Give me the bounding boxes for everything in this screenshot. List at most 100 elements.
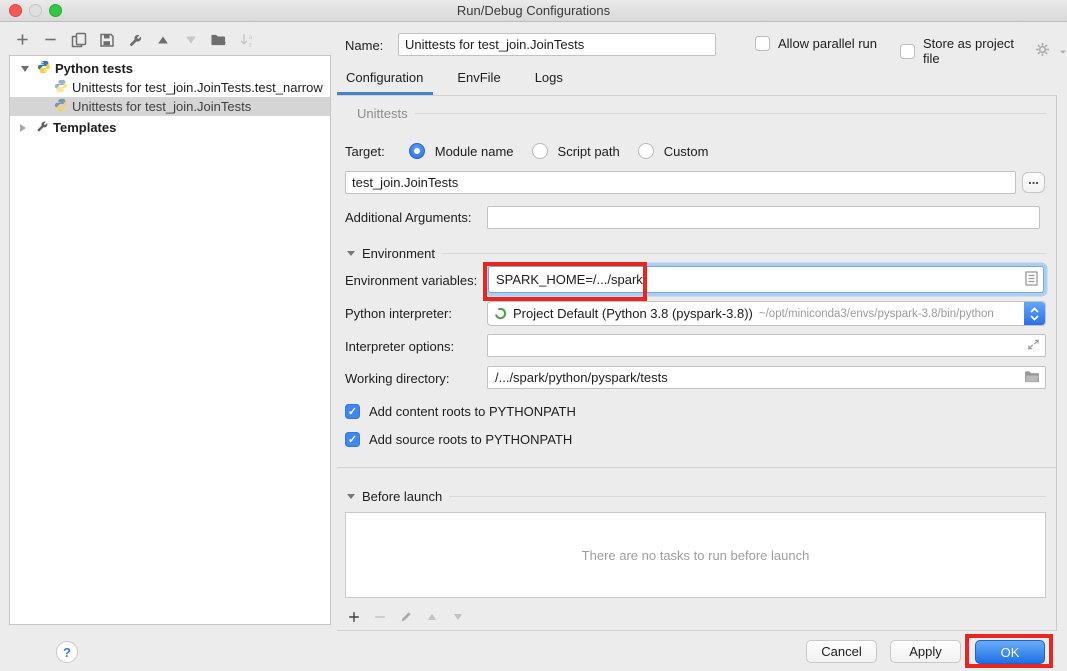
help-button-label: ?: [63, 645, 71, 660]
python-interpreter-label: Python interpreter:: [345, 306, 452, 321]
add-task-icon[interactable]: [345, 608, 362, 625]
interpreter-options-label: Interpreter options:: [345, 339, 454, 354]
working-directory-input[interactable]: [493, 367, 1024, 388]
wrench-icon[interactable]: [126, 31, 143, 48]
interpreter-options-field: [487, 334, 1046, 357]
sort-alphabetically-icon: az: [238, 31, 255, 48]
additional-arguments-label: Additional Arguments:: [345, 210, 471, 225]
tree-item-unittest-narrow[interactable]: Unittests for test_join.JoinTests.test_n…: [10, 78, 330, 97]
interpreter-options-input[interactable]: [493, 335, 1027, 356]
target-row: Target: Module name Script path Custom: [345, 140, 708, 162]
add-source-roots-label: Add source roots to PYTHONPATH: [369, 432, 572, 447]
python-interpreter-value: Project Default (Python 3.8 (pyspark-3.8…: [513, 306, 753, 321]
module-name-input[interactable]: [345, 171, 1016, 194]
python-interpreter-path: ~/opt/miniconda3/envs/pyspark-3.8/bin/py…: [759, 308, 1024, 320]
pane-top-border: [337, 95, 1057, 96]
store-as-project-file-checkbox[interactable]: Store as project file: [900, 36, 1067, 66]
target-label: Target:: [345, 144, 385, 159]
svg-text:z: z: [248, 41, 251, 48]
allow-parallel-run-label: Allow parallel run: [778, 36, 877, 51]
remove-icon[interactable]: [42, 31, 59, 48]
radio-module-name-label[interactable]: Module name: [435, 144, 514, 159]
environment-variables-input[interactable]: [494, 267, 1025, 292]
before-launch-empty-text: There are no tasks to run before launch: [582, 548, 810, 563]
cancel-button-label: Cancel: [821, 644, 861, 659]
apply-button[interactable]: Apply: [890, 640, 961, 663]
tab-logs[interactable]: Logs: [535, 70, 563, 91]
radio-module-name[interactable]: [409, 143, 425, 159]
edit-variables-icon[interactable]: [1025, 271, 1038, 289]
move-task-up-icon: [423, 608, 440, 625]
environment-group-header[interactable]: Environment: [347, 246, 1046, 261]
tree-item-label: Python tests: [55, 61, 133, 76]
collapse-triangle-icon[interactable]: [347, 251, 355, 256]
radio-script-path[interactable]: [532, 143, 548, 159]
unittests-group-header: Unittests: [357, 106, 1046, 121]
name-input[interactable]: [398, 33, 716, 56]
add-content-roots-checkbox[interactable]: ✓ Add content roots to PYTHONPATH: [345, 404, 576, 419]
collapse-caret-icon[interactable]: [20, 124, 26, 132]
checkbox-checked-icon[interactable]: ✓: [345, 404, 360, 419]
wrench-icon: [35, 119, 49, 136]
tree-item-templates[interactable]: Templates: [10, 118, 330, 137]
configurations-tree: Python tests Unittests for test_join.Joi…: [9, 55, 331, 625]
expand-field-icon[interactable]: [1027, 338, 1040, 354]
expand-caret-icon[interactable]: [21, 66, 29, 72]
radio-custom-label[interactable]: Custom: [664, 144, 709, 159]
add-icon[interactable]: [14, 31, 31, 48]
python-test-icon: [54, 79, 68, 96]
working-directory-label: Working directory:: [345, 371, 450, 386]
save-icon[interactable]: [98, 31, 115, 48]
ok-button[interactable]: OK: [975, 640, 1045, 664]
allow-parallel-run-checkbox[interactable]: Allow parallel run: [755, 36, 877, 51]
cancel-button[interactable]: Cancel: [806, 640, 877, 663]
window-titlebar: Run/Debug Configurations: [0, 0, 1067, 22]
configurations-toolbar: az: [14, 31, 255, 48]
radio-script-path-label[interactable]: Script path: [558, 144, 620, 159]
folder-icon[interactable]: [1024, 370, 1040, 386]
pane-right-border: [1056, 95, 1057, 631]
conda-environment-icon: [494, 307, 507, 320]
before-launch-group-header[interactable]: Before launch: [347, 489, 1046, 504]
name-label: Name:: [345, 38, 383, 53]
help-button[interactable]: ?: [56, 641, 78, 663]
tab-envfile[interactable]: EnvFile: [457, 70, 500, 91]
radio-custom[interactable]: [638, 143, 654, 159]
checkbox-unchecked-icon[interactable]: [900, 44, 915, 59]
gear-icon[interactable]: [1035, 42, 1050, 60]
dropdown-stepper-icon[interactable]: [1024, 302, 1045, 325]
browse-button[interactable]: ...: [1022, 172, 1045, 193]
before-launch-toolbar: [345, 608, 466, 625]
configuration-tabs: Configuration EnvFile Logs: [346, 70, 563, 91]
tree-item-unittest-jointests-selected[interactable]: Unittests for test_join.JoinTests: [10, 97, 330, 116]
ok-button-label: OK: [1001, 645, 1020, 660]
remove-task-icon: [371, 608, 388, 625]
window-title: Run/Debug Configurations: [0, 3, 1067, 18]
store-as-project-file-label: Store as project file: [923, 36, 1021, 66]
tree-item-python-tests[interactable]: Python tests: [10, 59, 330, 78]
python-test-icon: [54, 98, 68, 115]
environment-group-label: Environment: [362, 246, 435, 261]
add-content-roots-label: Add content roots to PYTHONPATH: [369, 404, 576, 419]
edit-task-icon: [397, 608, 414, 625]
pane-divider: [337, 467, 1056, 468]
checkbox-checked-icon[interactable]: ✓: [345, 432, 360, 447]
python-interpreter-select[interactable]: Project Default (Python 3.8 (pyspark-3.8…: [487, 301, 1046, 326]
unittests-group-label: Unittests: [357, 106, 408, 121]
python-icon: [37, 60, 51, 77]
environment-variables-label: Environment variables:: [345, 273, 477, 288]
tab-configuration[interactable]: Configuration: [346, 70, 423, 91]
tree-item-label: Unittests for test_join.JoinTests: [72, 99, 251, 114]
apply-button-label: Apply: [909, 644, 942, 659]
checkbox-unchecked-icon[interactable]: [755, 36, 770, 51]
svg-text:a: a: [248, 34, 252, 41]
tree-item-label: Templates: [53, 120, 116, 135]
chevron-down-icon: [1059, 44, 1067, 59]
additional-arguments-input[interactable]: [487, 206, 1040, 229]
move-up-icon[interactable]: [154, 31, 171, 48]
collapse-triangle-icon[interactable]: [347, 494, 355, 499]
new-folder-icon[interactable]: [210, 31, 227, 48]
copy-icon[interactable]: [70, 31, 87, 48]
tree-item-label: Unittests for test_join.JoinTests.test_n…: [72, 80, 323, 95]
add-source-roots-checkbox[interactable]: ✓ Add source roots to PYTHONPATH: [345, 432, 572, 447]
